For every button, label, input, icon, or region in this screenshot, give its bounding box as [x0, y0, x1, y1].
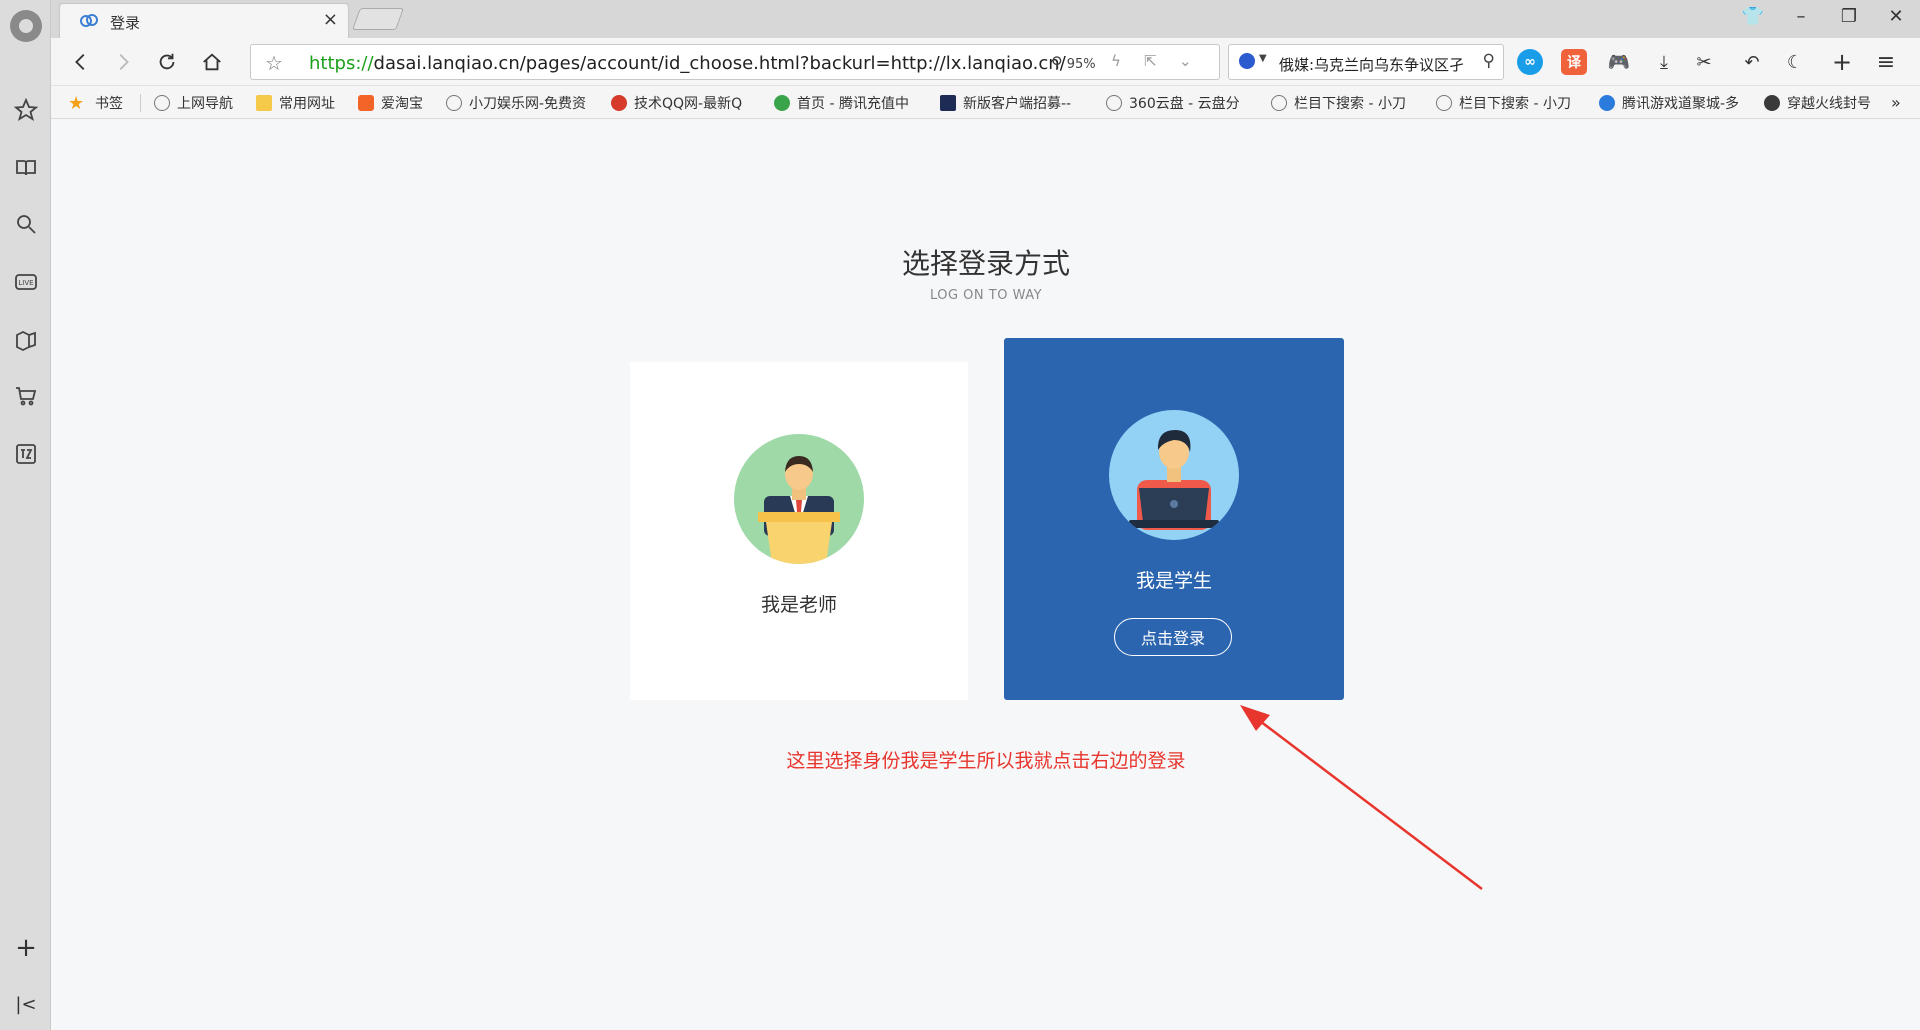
download-icon[interactable]: ⤓: [1651, 49, 1677, 75]
url-rest: dasai.lanqiao.cn/pages/account/id_choose…: [373, 53, 1066, 74]
star-icon: ★: [68, 93, 85, 114]
skin-icon[interactable]: 👕: [1740, 6, 1766, 27]
bookmark-item[interactable]: 栏目下搜索 - 小刀: [1436, 93, 1586, 113]
folder-icon: [256, 95, 272, 111]
qq-icon: [611, 95, 627, 111]
bookmark-item[interactable]: 穿越火线封号: [1764, 93, 1899, 113]
tab-login[interactable]: 登录 ×: [59, 3, 349, 38]
undo-icon[interactable]: ↶: [1739, 49, 1765, 75]
page-title: 选择登录方式: [901, 247, 1070, 280]
page-content: 选择登录方式 LOG ON TO WAY 我是老师 我是学生 点击登录 这里选择…: [52, 120, 1920, 1030]
forward-button[interactable]: [108, 48, 138, 76]
bookmark-item[interactable]: 首页 - 腾讯充值中: [774, 93, 926, 113]
chevron-down-icon[interactable]: ⌄: [1179, 52, 1192, 70]
svg-text:LIVE: LIVE: [18, 279, 33, 287]
address-bar[interactable]: ☆ https://dasai.lanqiao.cn/pages/account…: [250, 44, 1220, 80]
cloud-favicon-icon: [80, 14, 98, 27]
browser-logo-icon: [10, 10, 42, 42]
sidebar-search-icon[interactable]: [12, 210, 40, 238]
teacher-label: 我是老师: [760, 594, 837, 616]
tab-bar: 登录 × 👕 – ❐ ✕: [51, 0, 1920, 38]
tab-close-icon[interactable]: ×: [323, 9, 338, 30]
bookmark-item[interactable]: 爱淘宝: [358, 93, 423, 113]
engine-caret-icon[interactable]: ▼: [1259, 53, 1267, 64]
tab-title: 登录: [110, 14, 141, 32]
favorites-star-icon[interactable]: [12, 96, 40, 124]
bookmark-item[interactable]: 新版客户端招募--: [940, 93, 1092, 113]
live-icon[interactable]: LIVE: [12, 268, 40, 296]
home-button[interactable]: [197, 48, 227, 76]
search-icon[interactable]: ⚲: [1483, 51, 1495, 71]
bookmark-item[interactable]: 栏目下搜索 - 小刀: [1271, 93, 1423, 113]
browser-sidebar: LIVE + |<: [0, 0, 51, 1030]
infinity-ext-icon[interactable]: ∞: [1517, 49, 1543, 75]
translate-icon[interactable]: [12, 440, 40, 468]
bookmark-item[interactable]: ★ 书签: [68, 93, 123, 114]
sidebar-add-icon[interactable]: +: [12, 933, 40, 963]
bookmark-item[interactable]: 小刀娱乐网-免费资: [446, 93, 596, 113]
student-label: 我是学生: [1135, 570, 1212, 592]
globe-icon: [1436, 95, 1452, 111]
tencent-icon: [774, 95, 790, 111]
student-login-button[interactable]: 点击登录: [1114, 618, 1232, 656]
annotation-arrow-icon: [1240, 705, 1483, 890]
teacher-card[interactable]: 我是老师: [630, 362, 968, 700]
student-avatar-icon: [1109, 410, 1239, 540]
bookmark-item[interactable]: 腾讯游戏道聚城-多: [1599, 93, 1749, 113]
share-icon[interactable]: ⇱: [1144, 52, 1157, 70]
student-card[interactable]: 我是学生 点击登录: [1004, 338, 1344, 700]
scissors-icon[interactable]: ✂: [1691, 49, 1717, 75]
window-close-button[interactable]: ✕: [1883, 6, 1909, 27]
new-tab-button[interactable]: [351, 8, 405, 30]
lightning-icon[interactable]: ϟ: [1111, 52, 1121, 70]
bookmarks-bar: ★ 书签 上网导航 常用网址 爱淘宝 小刀娱乐网-免费资 技术QQ网-最新Q 首…: [51, 86, 1920, 119]
sidebar-collapse-icon[interactable]: |<: [12, 990, 40, 1018]
game-box-icon[interactable]: [12, 326, 40, 354]
shopping-cart-icon[interactable]: [12, 382, 40, 410]
search-engine-icon[interactable]: [1239, 53, 1255, 69]
night-mode-icon[interactable]: ☾: [1782, 49, 1808, 75]
bookmark-separator: [140, 94, 141, 112]
globe-icon: [446, 95, 462, 111]
cf-icon: [1764, 95, 1780, 111]
globe-icon: [1271, 95, 1287, 111]
reader-book-icon[interactable]: [12, 154, 40, 182]
menu-icon[interactable]: ≡: [1873, 49, 1899, 75]
back-button[interactable]: [66, 48, 96, 76]
page-subtitle: LOG ON TO WAY: [929, 288, 1043, 303]
search-box[interactable]: ▼ 俄媒:乌克兰向乌东争议区孑 ⚲: [1228, 44, 1504, 80]
bookmark-item[interactable]: 360云盘 - 云盘分: [1106, 93, 1258, 113]
search-query[interactable]: 俄媒:乌克兰向乌东争议区孑: [1279, 54, 1474, 75]
annotation-text: 这里选择身份我是学生所以我就点击右边的登录: [786, 750, 1186, 772]
bookmark-item[interactable]: 技术QQ网-最新Q: [611, 93, 761, 113]
bookmark-star-icon[interactable]: ☆: [265, 51, 283, 75]
globe-icon: [1106, 95, 1122, 111]
game-mall-icon: [1599, 95, 1615, 111]
bookmark-item[interactable]: 上网导航: [154, 93, 233, 113]
maximize-button[interactable]: ❐: [1836, 6, 1862, 27]
bookmark-item[interactable]: 常用网址: [256, 93, 335, 113]
client-icon: [940, 95, 956, 111]
bookmarks-more-icon[interactable]: »: [1891, 93, 1901, 112]
globe-icon: [154, 95, 170, 111]
zoom-level[interactable]: 95%: [1051, 53, 1096, 72]
url-protocol: https://: [309, 53, 374, 74]
reload-button[interactable]: [152, 48, 182, 76]
taobao-icon: [358, 95, 374, 111]
translate-ext-icon[interactable]: 译: [1561, 49, 1587, 75]
add-icon[interactable]: +: [1829, 48, 1855, 76]
navigation-bar: ☆ https://dasai.lanqiao.cn/pages/account…: [51, 38, 1920, 86]
gamepad-icon[interactable]: 🎮: [1606, 49, 1632, 75]
minimize-button[interactable]: –: [1788, 6, 1814, 27]
url-text[interactable]: https://dasai.lanqiao.cn/pages/account/i…: [309, 53, 1066, 74]
teacher-avatar-icon: [734, 434, 864, 564]
